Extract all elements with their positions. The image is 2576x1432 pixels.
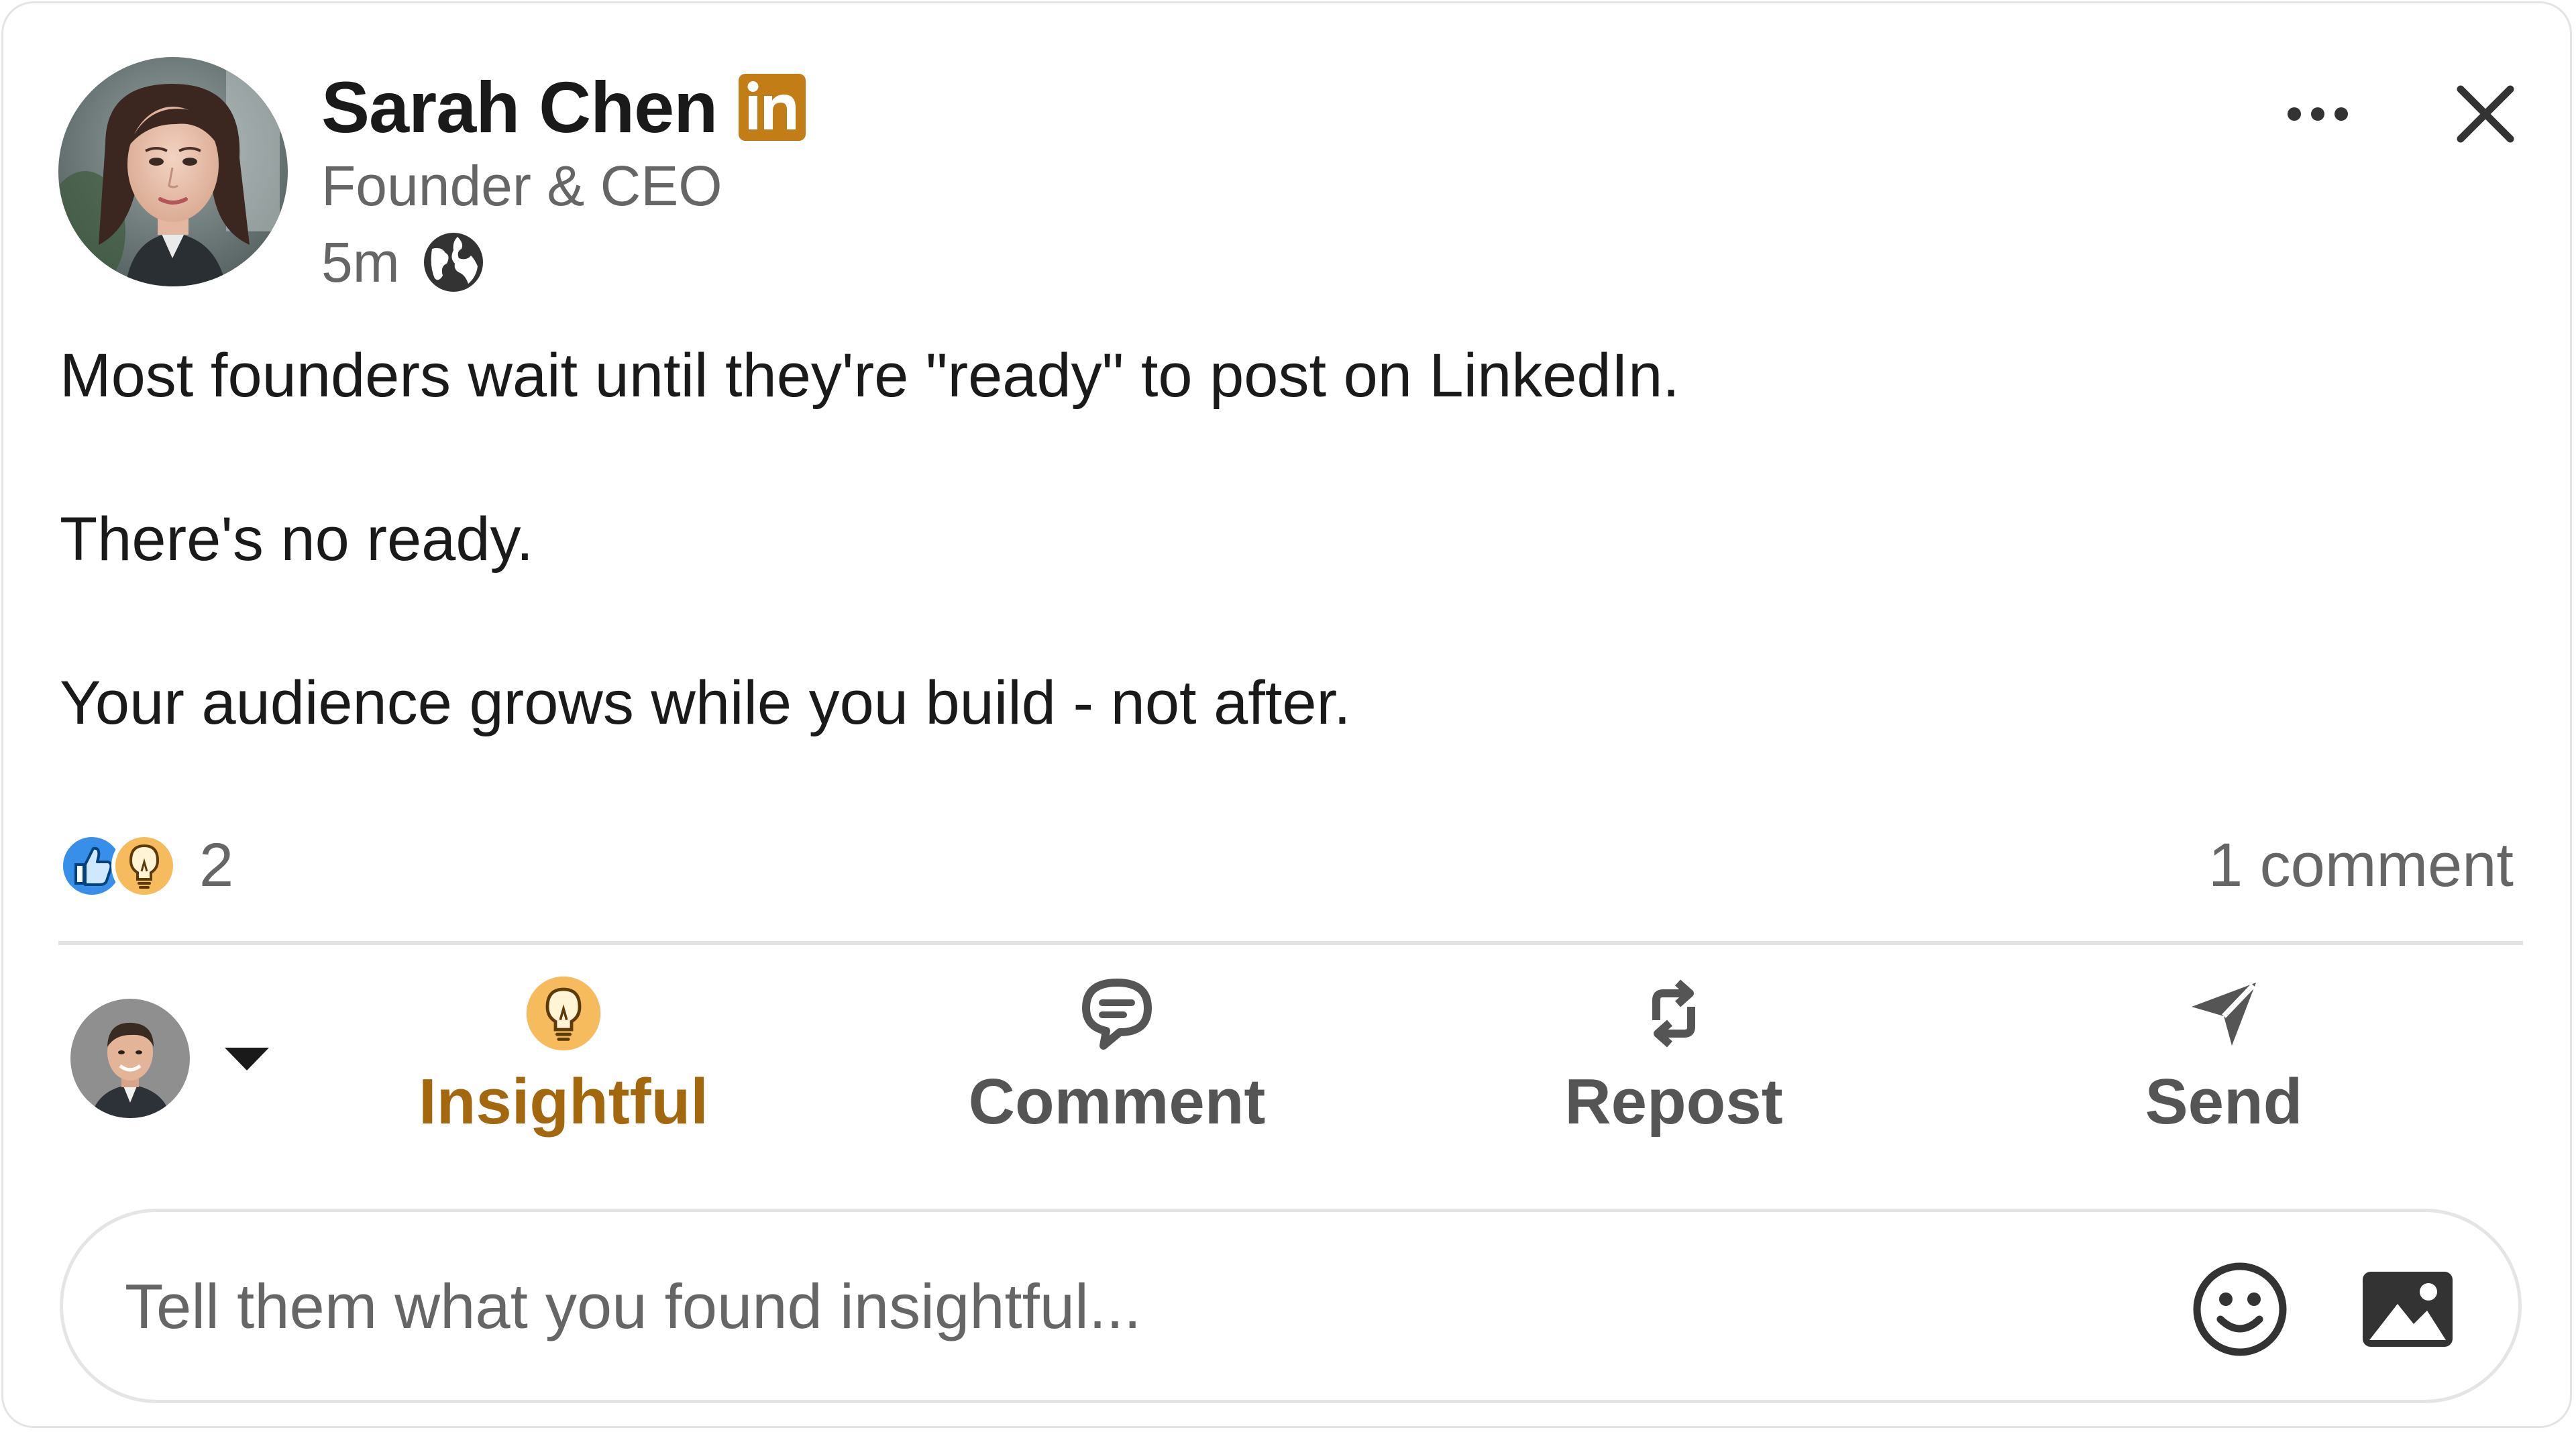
close-icon[interactable]: [2445, 74, 2526, 154]
comment-icon: [1077, 973, 1157, 1054]
repost-button[interactable]: Repost: [1533, 969, 1815, 1144]
send-button[interactable]: Send: [2096, 969, 2351, 1144]
post-card: Sarah Chen Founder & CEO 5m Most founder…: [1, 1, 2572, 1428]
insightful-label: Insightful: [419, 1066, 708, 1138]
comment-box: [60, 1209, 2522, 1403]
post-line-1: Most founders wait until they're "ready"…: [60, 341, 1680, 410]
post-line-3: Your audience grows while you build - no…: [60, 669, 1351, 737]
comment-input[interactable]: [123, 1246, 2072, 1368]
insightful-icon: [111, 832, 178, 899]
post-line-2: There's no ready.: [60, 505, 534, 573]
comment-label: Comment: [968, 1066, 1266, 1138]
insightful-icon: [523, 973, 604, 1054]
reactions-summary[interactable]: 2: [58, 825, 233, 905]
author-headline: Founder & CEO: [321, 154, 722, 217]
current-user-avatar: [70, 999, 190, 1118]
post-time: 5m: [321, 231, 400, 294]
actor-selector[interactable]: [70, 995, 270, 1122]
divider: [58, 941, 2523, 945]
globe-icon: [420, 229, 487, 296]
send-label: Send: [2145, 1066, 2303, 1138]
comment-count-link[interactable]: 1 comment: [2208, 825, 2514, 905]
emoji-icon[interactable]: [2190, 1259, 2290, 1360]
reaction-icons: [58, 828, 186, 902]
author-name-row: Sarah Chen: [321, 64, 806, 151]
author-avatar[interactable]: [58, 57, 288, 286]
post-meta: 5m: [321, 229, 487, 296]
caret-down-icon: [223, 1045, 270, 1072]
comment-button[interactable]: Comment: [956, 969, 1278, 1144]
insightful-button[interactable]: Insightful: [406, 969, 721, 1144]
image-icon[interactable]: [2357, 1262, 2458, 1356]
repost-icon: [1633, 973, 1714, 1054]
reaction-count: 2: [199, 831, 234, 899]
linkedin-badge-icon: [739, 74, 806, 141]
author-name[interactable]: Sarah Chen: [321, 71, 718, 144]
repost-label: Repost: [1564, 1066, 1783, 1138]
post-text: Most founders wait until they're "ready"…: [60, 339, 2475, 830]
send-icon: [2184, 973, 2264, 1054]
more-options-button[interactable]: [2277, 84, 2358, 144]
